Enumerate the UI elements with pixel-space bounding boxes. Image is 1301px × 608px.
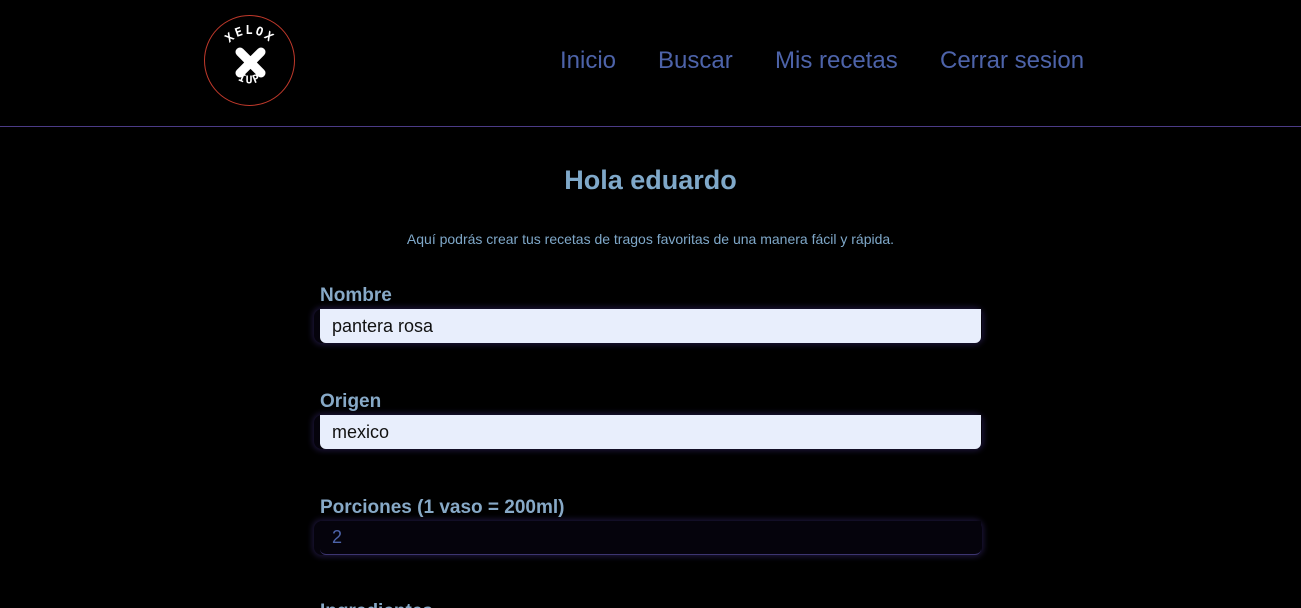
nombre-input-wrapper: [314, 309, 982, 343]
origen-label: Origen: [320, 391, 382, 412]
page-subtitle: Aquí podrás crear tus recetas de tragos …: [406, 231, 895, 247]
svg-text:XELOX: XELOX: [222, 23, 277, 45]
ingredientes-label: Ingredientes: [320, 601, 433, 608]
porciones-field: Porciones (1 vaso = 200ml): [314, 497, 982, 555]
nombre-input[interactable]: [320, 309, 981, 343]
logo-top-text: XELOX: [222, 23, 275, 45]
origen-input[interactable]: [320, 415, 981, 449]
site-header: XELOX IUP Inicio Buscar Mis recetas Cerr…: [0, 0, 1301, 127]
logo[interactable]: XELOX IUP: [204, 15, 295, 106]
x-cross-icon: [235, 47, 266, 78]
nav-inicio[interactable]: Inicio: [560, 46, 616, 76]
nav-buscar[interactable]: Buscar: [658, 46, 733, 76]
page-title: Hola eduardo: [564, 165, 737, 195]
origen-input-wrapper: [314, 415, 982, 449]
porciones-input-wrapper: [314, 521, 982, 555]
nombre-label: Nombre: [320, 285, 392, 306]
porciones-label: Porciones (1 vaso = 200ml): [320, 497, 565, 518]
origen-field: Origen: [314, 391, 982, 449]
nav-mis-recetas[interactable]: Mis recetas: [775, 46, 898, 76]
nav-cerrar-sesion[interactable]: Cerrar sesion: [940, 46, 1084, 76]
porciones-input[interactable]: [320, 521, 981, 555]
nombre-field: Nombre: [314, 285, 982, 343]
logo-mark: XELOX IUP: [222, 23, 277, 86]
recipe-form-section: Hola eduardo Aquí podrás crear tus recet…: [0, 127, 1301, 608]
